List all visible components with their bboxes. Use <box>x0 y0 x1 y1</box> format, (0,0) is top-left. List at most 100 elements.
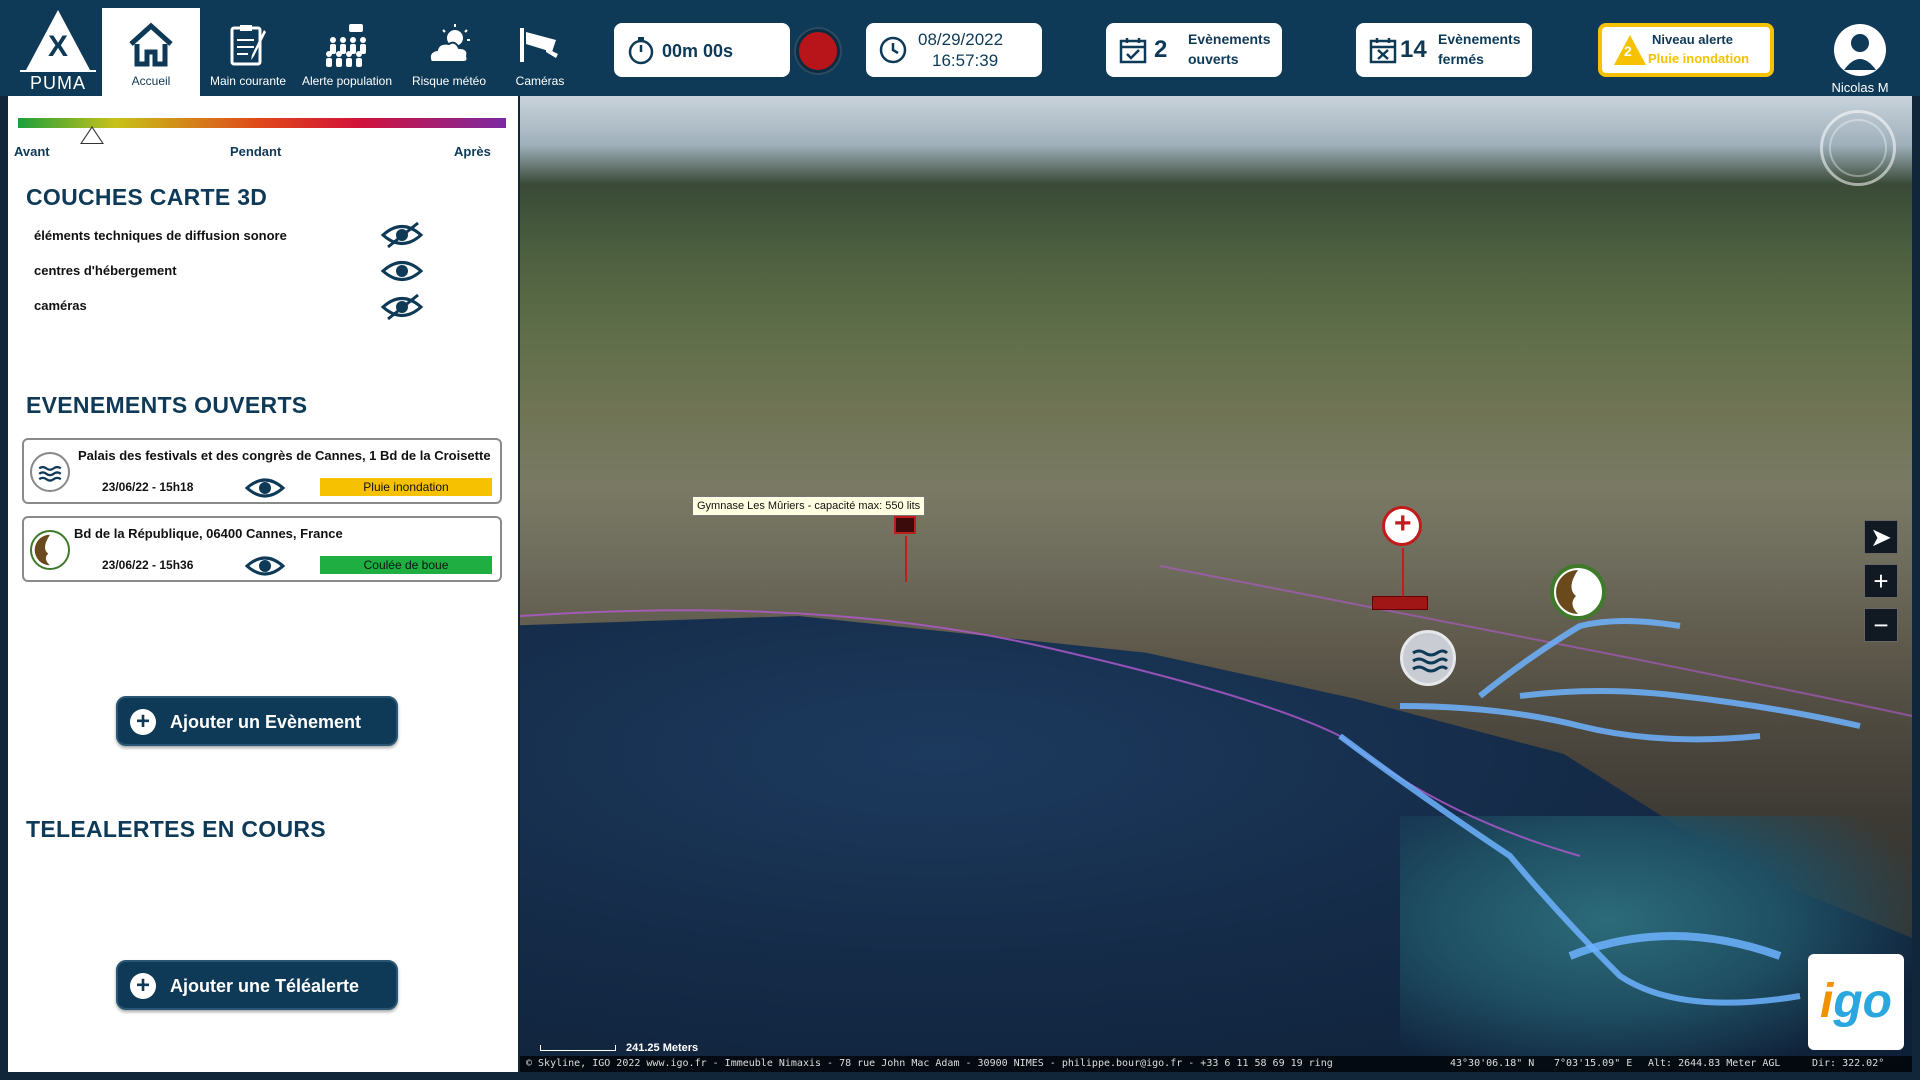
event-date: 23/06/22 - 15h36 <box>102 558 194 572</box>
marker-stem <box>1402 548 1404 596</box>
avatar <box>1834 24 1886 76</box>
event-date: 23/06/22 - 15h18 <box>102 480 194 494</box>
map-3d-view[interactable]: Gymnase Les Mûriers - capacité max: 550 … <box>520 96 1912 1072</box>
nav-label: Alerte population <box>301 74 393 88</box>
mudslide-event-marker[interactable] <box>1550 564 1606 620</box>
user-name: Nicolas M <box>1831 80 1889 95</box>
flood-icon <box>30 452 70 492</box>
nav-accueil[interactable]: Accueil <box>102 8 200 96</box>
datetime-pill: 08/29/2022 16:57:39 <box>866 23 1042 77</box>
flood-event-marker[interactable] <box>1400 630 1456 686</box>
eye-icon[interactable] <box>244 552 286 580</box>
zoom-out-button[interactable]: − <box>1864 608 1898 642</box>
nav-label: Main courante <box>209 74 287 88</box>
clipboard-icon <box>230 25 266 66</box>
eye-icon[interactable] <box>380 256 424 286</box>
map-tooltip: Gymnase Les Mûriers - capacité max: 550 … <box>692 496 926 516</box>
map-latitude: 43°30'06.18" N <box>1450 1058 1535 1069</box>
telealerts-title: TELEALERTES EN COURS <box>26 816 326 842</box>
clock-icon <box>879 36 907 64</box>
population-icon <box>326 24 366 67</box>
event-title: Bd de la République, 06400 Cannes, Franc… <box>74 526 343 541</box>
medical-cross-icon: + <box>1394 507 1412 540</box>
closed-events-label-1: Evènements <box>1438 31 1521 47</box>
calendar-check-icon <box>1119 38 1147 64</box>
layer-label: centres d'hébergement <box>34 263 177 278</box>
marker-stem <box>905 536 907 582</box>
mudslide-icon <box>1556 570 1578 614</box>
logo-name: PUMA <box>20 70 96 94</box>
weather-icon <box>428 24 470 63</box>
timeline-after: Après <box>454 144 491 159</box>
event-tag: Pluie inondation <box>320 478 492 496</box>
scale-bar <box>540 1045 616 1052</box>
user-menu[interactable]: Nicolas M <box>1820 24 1900 95</box>
open-events-pill[interactable]: 2 Evènements ouverts <box>1106 23 1282 77</box>
map-status-bar: © Skyline, IGO 2022 www.igo.fr - Immeubl… <box>520 1056 1912 1072</box>
events-title: EVENEMENTS OUVERTS <box>26 392 308 418</box>
map-altitude: Alt: 2644.83 Meter AGL <box>1648 1058 1781 1069</box>
open-events-count: 2 <box>1154 36 1168 63</box>
event-card[interactable]: Palais des festivals et des congrès de C… <box>22 438 502 504</box>
shelter-marker[interactable] <box>894 516 916 534</box>
timeline-before: Avant <box>14 144 50 159</box>
closed-events-pill[interactable]: 14 Evènements fermés <box>1356 23 1532 77</box>
home-icon <box>129 22 173 67</box>
map-copyright: © Skyline, IGO 2022 www.igo.fr - Immeubl… <box>526 1058 1333 1069</box>
layers-title: COUCHES CARTE 3D <box>26 184 268 210</box>
igo-logo: igo <box>1808 954 1904 1050</box>
alert-level-pill[interactable]: 2 Niveau alerte Pluie inondation <box>1598 23 1774 77</box>
alert-level-title: Niveau alerte <box>1652 32 1733 47</box>
open-events-label-2: ouverts <box>1188 51 1239 67</box>
nav-cameras[interactable]: Caméras <box>502 8 578 96</box>
map-overlays <box>520 565 1912 1006</box>
puma-logo[interactable]: X PUMA <box>20 10 96 93</box>
eye-off-icon[interactable] <box>380 220 424 250</box>
add-telealert-button[interactable]: + Ajouter une Téléalerte <box>116 960 398 1010</box>
nav-alerte-population[interactable]: Alerte population <box>298 8 396 96</box>
hospital-marker[interactable]: + <box>1382 506 1422 546</box>
add-event-button[interactable]: + Ajouter un Evènement <box>116 696 398 746</box>
event-tag: Coulée de boue <box>320 556 492 574</box>
timeline-during: Pendant <box>230 144 282 159</box>
nav-risque-meteo[interactable]: Risque météo <box>404 8 494 96</box>
building-block <box>1372 596 1428 610</box>
event-card[interactable]: Bd de la République, 06400 Cannes, Franc… <box>22 516 502 582</box>
alert-level-type: Pluie inondation <box>1648 51 1750 66</box>
left-panel: Avant Pendant Après COUCHES CARTE 3D élé… <box>8 96 518 1072</box>
alert-level-number: 2 <box>1624 43 1632 59</box>
event-title: Palais des festivals et des congrès de C… <box>78 448 491 463</box>
zoom-in-button[interactable]: + <box>1864 564 1898 598</box>
timer-value: 00m 00s <box>662 41 734 61</box>
calendar-x-icon <box>1369 38 1397 64</box>
camera-icon <box>520 28 558 62</box>
layer-label: caméras <box>34 298 87 313</box>
eye-icon[interactable] <box>244 474 286 502</box>
closed-events-label-2: fermés <box>1438 51 1484 67</box>
compass-icon[interactable] <box>1820 110 1896 186</box>
stopwatch-icon <box>628 37 654 65</box>
record-button[interactable] <box>796 29 840 73</box>
plus-icon: + <box>130 973 156 999</box>
nav-label: Risque météo <box>411 74 487 88</box>
timeline-thumb[interactable] <box>80 126 104 144</box>
mudslide-icon <box>30 530 70 570</box>
open-events-label-1: Evènements <box>1188 31 1271 47</box>
timer-pill: 00m 00s <box>614 23 790 77</box>
plus-icon: + <box>130 709 156 735</box>
current-date: 08/29/2022 <box>918 30 1004 49</box>
current-time: 16:57:39 <box>932 51 999 70</box>
top-bar: X PUMA Accueil Main courante Alerte popu… <box>0 0 1920 96</box>
nav-main-courante[interactable]: Main courante <box>206 8 290 96</box>
map-scale: 241.25 Meters <box>540 1042 698 1054</box>
map-longitude: 7°03'15.09" E <box>1554 1058 1633 1069</box>
flood-icon <box>1412 649 1449 673</box>
nav-label: Caméras <box>515 74 565 88</box>
nav-label: Accueil <box>131 74 171 88</box>
map-direction: Dir: 322.02° <box>1812 1058 1885 1069</box>
eye-off-icon[interactable] <box>380 292 424 322</box>
layer-label: éléments techniques de diffusion sonore <box>34 228 287 243</box>
navigation-arrow-button[interactable]: ➤ <box>1864 520 1898 554</box>
user-icon <box>1844 34 1876 70</box>
logo-mark: X <box>47 30 68 63</box>
